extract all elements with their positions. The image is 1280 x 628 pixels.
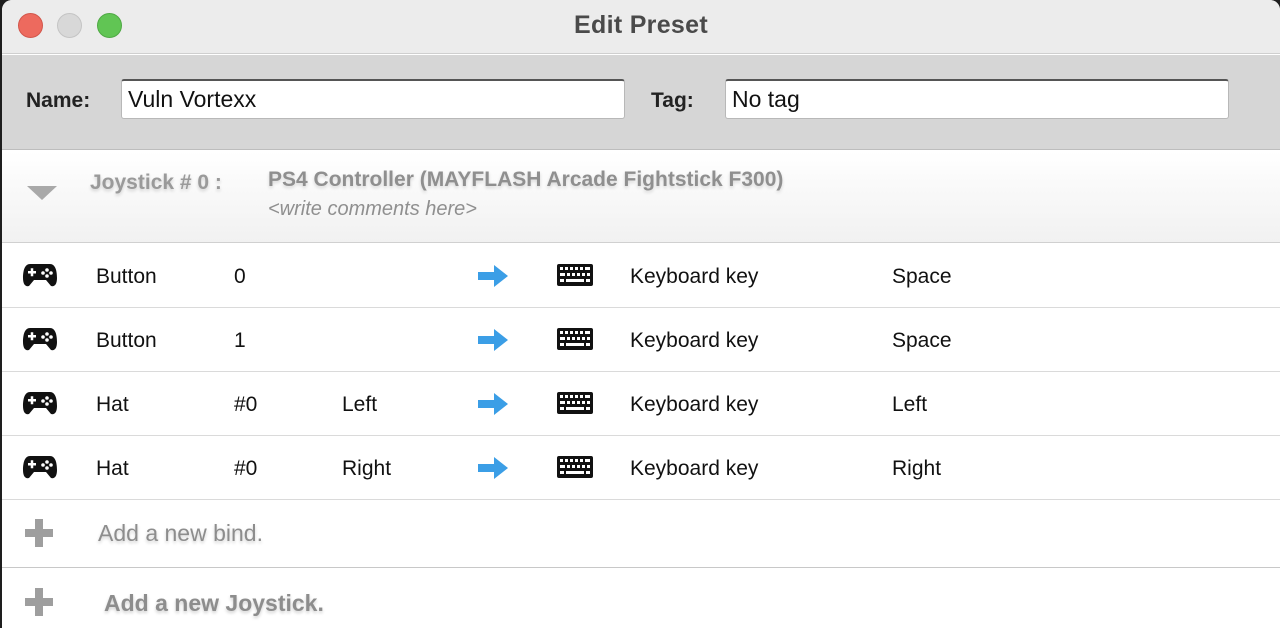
add-joystick-button[interactable]: Add a new Joystick. <box>2 569 1280 628</box>
name-label: Name: <box>26 89 91 112</box>
edit-preset-window: Edit Preset Name: Vuln Vortexx Tag: No t… <box>2 0 1280 628</box>
add-bind-button[interactable]: Add a new bind. <box>2 500 1280 568</box>
output-type: Keyboard key <box>630 265 759 288</box>
add-bind-label: Add a new bind. <box>98 520 263 546</box>
arrow-right-icon <box>478 265 508 287</box>
input-index: #0 <box>234 457 258 480</box>
input-type: Button <box>96 329 157 352</box>
input-direction: Right <box>342 457 392 480</box>
bind-row[interactable]: Button 0 Keyboard key Space <box>2 244 1280 308</box>
name-field[interactable]: Vuln Vortexx <box>121 79 625 119</box>
input-type: Button <box>96 265 157 288</box>
keyboard-icon <box>557 328 593 350</box>
joystick-device-name: PS4 Controller (MAYFLASH Arcade Fightsti… <box>268 168 784 191</box>
output-value: Space <box>892 329 952 352</box>
joystick-number-label: Joystick # 0 : <box>90 171 222 194</box>
collapse-triangle-icon[interactable] <box>27 186 57 200</box>
gamepad-icon <box>23 456 57 479</box>
input-index: #0 <box>234 393 258 416</box>
keyboard-icon <box>557 392 593 414</box>
title-bar: Edit Preset <box>2 0 1280 54</box>
output-value: Right <box>892 457 942 480</box>
input-type: Hat <box>96 393 129 416</box>
bind-row[interactable]: Button 1 Keyboard key Space <box>2 308 1280 372</box>
output-value: Left <box>892 393 928 416</box>
gamepad-icon <box>23 328 57 351</box>
arrow-right-icon <box>478 393 508 415</box>
input-index: 1 <box>234 329 246 352</box>
keyboard-icon <box>557 456 593 478</box>
output-type: Keyboard key <box>630 329 759 352</box>
gamepad-icon <box>23 392 57 415</box>
plus-icon <box>25 519 53 547</box>
add-joystick-label: Add a new Joystick. <box>104 590 324 616</box>
bind-row[interactable]: Hat #0 Left Keyboard key Left <box>2 372 1280 436</box>
output-value: Space <box>892 265 952 288</box>
output-type: Keyboard key <box>630 457 759 480</box>
joystick-comment-field[interactable]: <write comments here> <box>268 198 477 221</box>
input-direction: Left <box>342 393 378 416</box>
tag-field[interactable]: No tag <box>725 79 1229 119</box>
tag-label: Tag: <box>651 89 694 112</box>
preset-info-bar: Name: Vuln Vortexx Tag: No tag <box>2 55 1280 150</box>
output-type: Keyboard key <box>630 393 759 416</box>
arrow-right-icon <box>478 329 508 351</box>
joystick-header: Joystick # 0 : PS4 Controller (MAYFLASH … <box>2 151 1280 243</box>
window-title: Edit Preset <box>574 11 708 39</box>
input-type: Hat <box>96 457 129 480</box>
keyboard-icon <box>557 264 593 286</box>
input-index: 0 <box>234 265 246 288</box>
gamepad-icon <box>23 264 57 287</box>
plus-icon <box>25 588 53 616</box>
bind-row[interactable]: Hat #0 Right Keyboard key Right <box>2 436 1280 500</box>
arrow-right-icon <box>478 457 508 479</box>
